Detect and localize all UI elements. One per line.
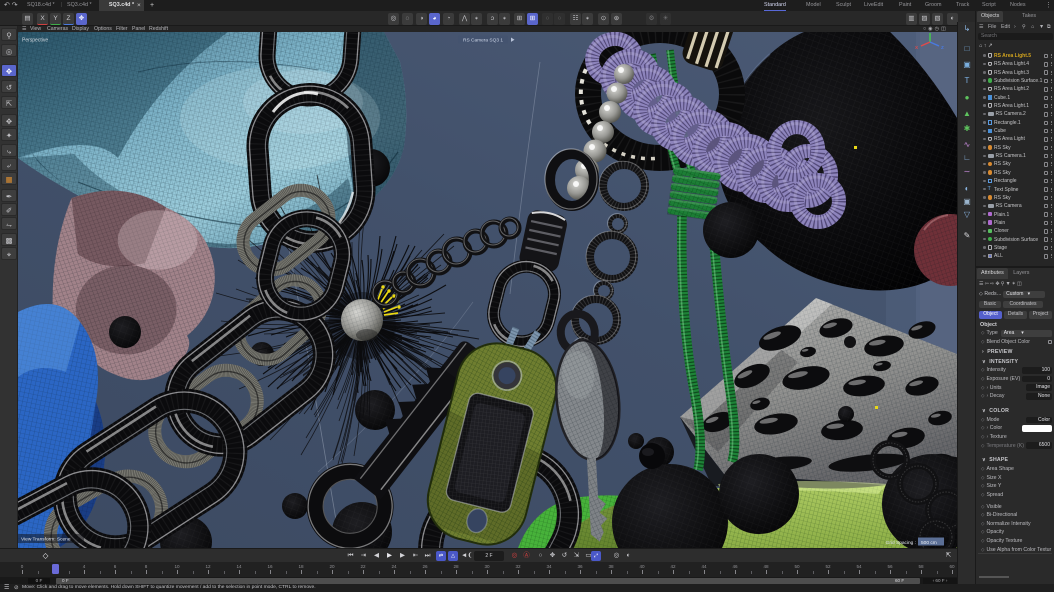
svg-text:Grid Spacing :: Grid Spacing :	[886, 540, 916, 546]
svg-text:Perspective: Perspective	[22, 38, 48, 44]
svg-text:Z: Z	[941, 45, 944, 50]
svg-text:View Transform: Scene: View Transform: Scene	[21, 537, 71, 543]
svg-text:RS Camera SQ3 1: RS Camera SQ3 1	[463, 38, 503, 44]
svg-text:500 cm: 500 cm	[921, 540, 937, 546]
